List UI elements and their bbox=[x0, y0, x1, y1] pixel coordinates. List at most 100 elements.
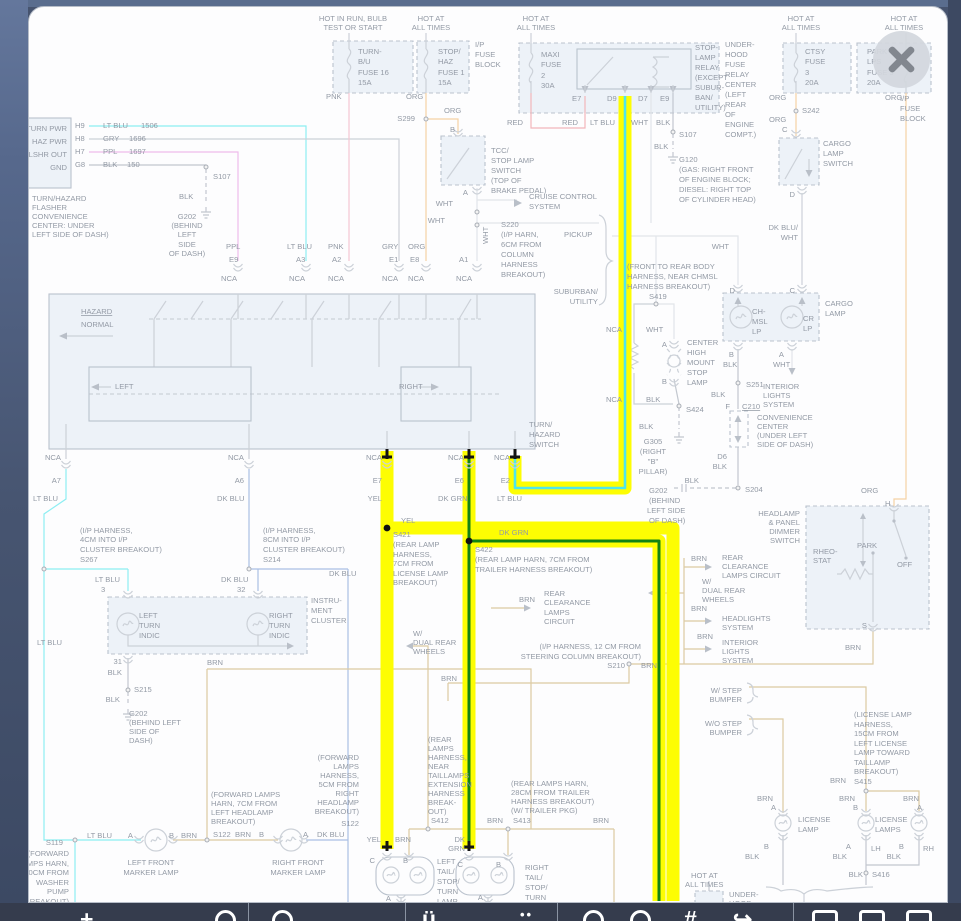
wire-label: TEST OR START bbox=[323, 23, 382, 32]
wire-label: RELAY bbox=[695, 63, 719, 72]
wire-label: FUSE 16 bbox=[358, 68, 389, 77]
wire-label: MARKER LAMP bbox=[123, 868, 178, 877]
wire-label: B bbox=[259, 830, 264, 839]
screen-icon-2[interactable] bbox=[859, 910, 885, 921]
wire-label: HARN, 7CM FROM bbox=[211, 799, 277, 808]
wire-label: 3 bbox=[805, 68, 809, 77]
wire-label: ORG bbox=[885, 93, 902, 102]
wire-label: 31 bbox=[114, 657, 122, 666]
wire-label: BLK bbox=[833, 852, 847, 861]
wire-label: SYSTEM bbox=[763, 400, 794, 409]
user-icon[interactable] bbox=[272, 910, 293, 921]
wire-label: A bbox=[846, 842, 852, 851]
wire-label: HOT AT bbox=[418, 14, 445, 23]
wire-label: S412 bbox=[431, 816, 449, 825]
zoom-out-icon[interactable] bbox=[630, 910, 651, 921]
wire-label: S215 bbox=[134, 685, 152, 694]
grid-icon[interactable]: # bbox=[684, 908, 697, 921]
wire-label: E6 bbox=[455, 476, 464, 485]
wire-label: 15CM FROM bbox=[854, 729, 899, 738]
wire-label: NCA bbox=[408, 274, 425, 283]
wire-label: D6 bbox=[717, 452, 727, 461]
wire-label: RHEO- bbox=[813, 547, 838, 556]
wire-label: BRN bbox=[395, 835, 411, 844]
annotate-icon[interactable]: ü bbox=[422, 908, 436, 921]
wire-label: B bbox=[450, 125, 455, 134]
wire-label: CRUISE CONTROL bbox=[529, 192, 597, 201]
wire-label: 20A bbox=[867, 78, 881, 87]
wire-label: DK GRN bbox=[438, 494, 468, 503]
wire-label: (LICENSE LAMP bbox=[854, 710, 912, 719]
wire-label: (FORWARD bbox=[29, 849, 70, 858]
wire-label: PNK bbox=[326, 92, 342, 101]
wire-label: DK bbox=[454, 835, 465, 844]
wire-label: LAMPS HARN, bbox=[29, 859, 69, 868]
wire-label: NCA bbox=[289, 274, 306, 283]
wire-label: FUSE bbox=[805, 57, 825, 66]
wire-label: WHEELS bbox=[702, 595, 734, 604]
wire-label: LAMPS CIRCUIT bbox=[722, 571, 781, 580]
wire-label: SUBURBAN/ bbox=[554, 287, 599, 296]
screen-icon-3[interactable] bbox=[906, 910, 932, 921]
wire-label: 1697 bbox=[129, 147, 146, 156]
wire-label: GRY bbox=[382, 242, 398, 251]
wire-label: S416 bbox=[872, 870, 890, 879]
wire-label: BRN bbox=[903, 794, 919, 803]
wire-label: S204 bbox=[745, 485, 763, 494]
zoom-in-icon[interactable] bbox=[583, 910, 604, 921]
wire-label: (REAR LAMP HARN, 7CM FROM bbox=[475, 555, 590, 564]
wire-label: HOT AT bbox=[788, 14, 815, 23]
wire-label: WHT bbox=[481, 226, 490, 244]
wire-label: DK BLU bbox=[217, 494, 244, 503]
wire-label: COLUMN bbox=[501, 250, 534, 259]
wire-label: (BEHIND bbox=[171, 221, 203, 230]
plus-icon[interactable]: + bbox=[80, 908, 93, 921]
wire-label: INSTRU- bbox=[311, 596, 342, 605]
wire-label: C bbox=[790, 286, 796, 295]
wire-label: FUSE 1 bbox=[438, 68, 465, 77]
app-stage: HOT IN RUN, BULB TEST OR START HOT AT ALL T… bbox=[0, 0, 961, 921]
wire-label: E9 bbox=[660, 94, 669, 103]
wire-label: S419 bbox=[649, 292, 667, 301]
wire-label: SUBUR- bbox=[695, 83, 725, 92]
wire-label: REAR bbox=[722, 553, 744, 562]
share-icon[interactable]: ↪ bbox=[733, 908, 752, 921]
wire-label: D bbox=[730, 286, 736, 295]
wire-label: HARNESS bbox=[428, 789, 465, 798]
wire-label: DASH) bbox=[129, 736, 153, 745]
zoom-search-icon[interactable] bbox=[215, 910, 236, 921]
wire-label: BLK bbox=[656, 118, 670, 127]
wire-label: (LEFT bbox=[725, 90, 746, 99]
wire-label: A1 bbox=[459, 255, 468, 264]
wire-label: (I/P HARNESS, bbox=[263, 526, 316, 535]
wire-label: LAMP bbox=[825, 309, 846, 318]
wire-label: BRN bbox=[181, 831, 197, 840]
right-tail-lamp bbox=[455, 856, 515, 896]
wire-label: LEFT SIDE OF DASH) bbox=[32, 230, 109, 239]
wire-label: HARNESS, NEAR CHMSL bbox=[627, 272, 718, 281]
wire-label: LT BLU bbox=[590, 118, 615, 127]
wire-label: NCA bbox=[456, 274, 473, 283]
wire-label: HAZARD bbox=[81, 307, 113, 316]
wire-label: UNDER- bbox=[725, 40, 755, 49]
wire-label: CH- bbox=[752, 307, 766, 316]
wire-label: A bbox=[662, 340, 668, 349]
wire-label: FUSE bbox=[725, 60, 745, 69]
more-dots-icon[interactable]: •• bbox=[520, 907, 533, 921]
wire-label: NCA bbox=[228, 453, 245, 462]
wire-label: (I/P HARNESS, bbox=[80, 526, 133, 535]
screen-icon-1[interactable] bbox=[812, 910, 838, 921]
wire-label: ORG bbox=[406, 92, 423, 101]
wire-label: LEFT bbox=[139, 611, 158, 620]
wire-label: BLK bbox=[711, 390, 725, 399]
underhood-bottom-box bbox=[694, 890, 724, 902]
wire-label: BLK bbox=[849, 870, 863, 879]
wire-label: YEL bbox=[368, 494, 382, 503]
close-button[interactable]: x bbox=[873, 31, 930, 88]
wire-label: ORG bbox=[408, 242, 425, 251]
wire-label: (TOP OF bbox=[491, 176, 522, 185]
wire-label: CARGO bbox=[823, 139, 851, 148]
wire-label: LAMPS bbox=[544, 608, 570, 617]
wire-label: RIGHT bbox=[399, 382, 423, 391]
wire-label: S210 bbox=[607, 661, 625, 670]
